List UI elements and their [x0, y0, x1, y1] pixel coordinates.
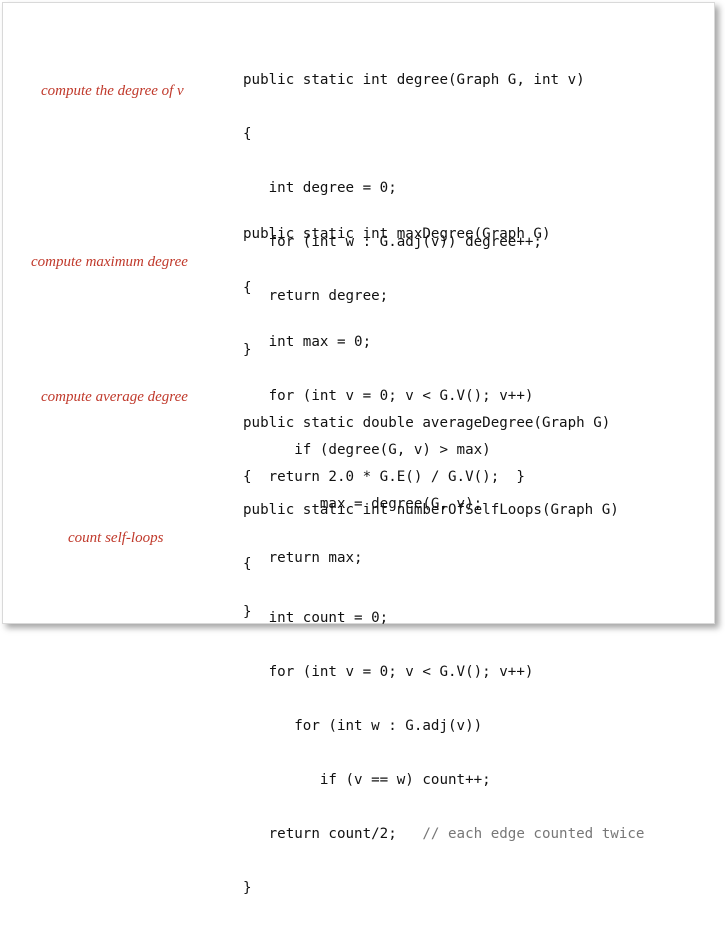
code-line: public static int degree(Graph G, int v) [243, 72, 585, 88]
annotation-self-loops: count self-loops [68, 530, 164, 546]
annotation-degree: compute the degree of v [41, 83, 184, 99]
code-line: { [243, 280, 252, 296]
code-text: return count/2; [243, 826, 423, 842]
code-line: for (int v = 0; v < G.V(); v++) [243, 664, 534, 680]
annotation-max-degree: compute maximum degree [31, 254, 188, 270]
code-line: public static double averageDegree(Graph… [243, 415, 611, 431]
code-block-self-loops: public static int numberOfSelfLoops(Grap… [243, 465, 644, 933]
code-line-with-comment: return count/2; // each edge counted twi… [243, 825, 645, 843]
code-line: } [243, 880, 252, 896]
code-line: for (int w : G.adj(v)) [243, 718, 483, 734]
code-line: { [243, 126, 252, 142]
code-line: { [243, 556, 252, 572]
code-line: public static int maxDegree(Graph G) [243, 226, 551, 242]
code-comment: // each edge counted twice [422, 826, 645, 842]
code-line: if (v == w) count++; [243, 772, 491, 788]
code-line: int max = 0; [243, 334, 372, 350]
code-line: int count = 0; [243, 610, 389, 626]
annotation-average-degree: compute average degree [41, 389, 188, 405]
code-panel: compute the degree of v compute maximum … [2, 2, 715, 896]
code-line: public static int numberOfSelfLoops(Grap… [243, 502, 619, 518]
